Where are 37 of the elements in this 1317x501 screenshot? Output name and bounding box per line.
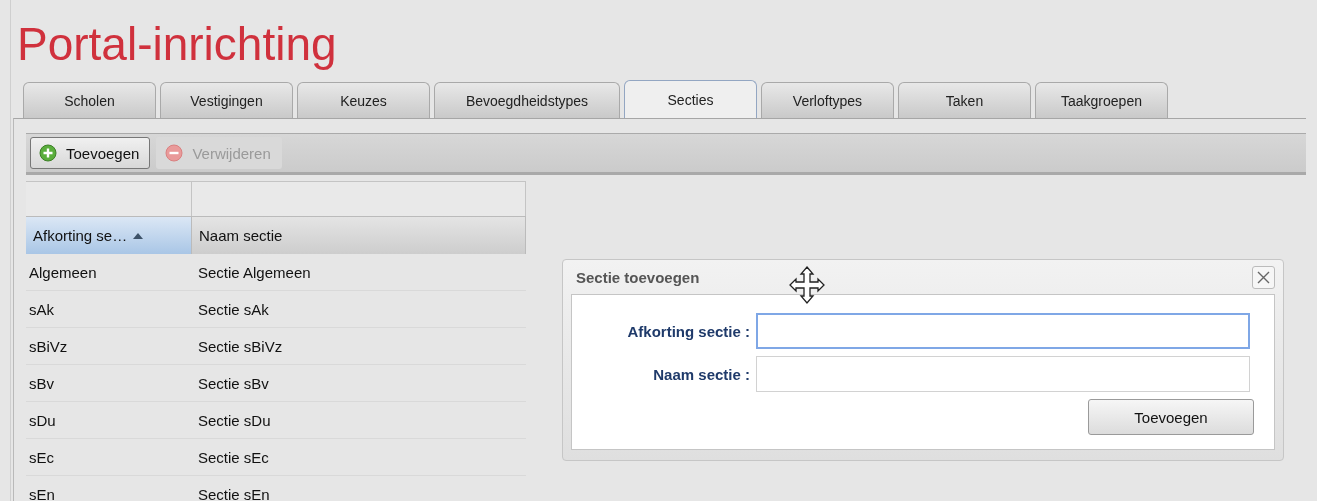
table-cell: sDu — [26, 402, 192, 439]
input-field[interactable] — [756, 313, 1250, 349]
table-cell: Sectie sEc — [192, 439, 526, 476]
page-title: Portal-inrichting — [16, 17, 338, 72]
table-cell: Algemeen — [26, 254, 192, 291]
field-label: Naam sectie : — [652, 365, 750, 383]
field-label: Afkorting sectie : — [626, 322, 750, 340]
column-header[interactable]: Naam sectie — [192, 216, 526, 254]
tab[interactable]: Vestigingen — [160, 82, 293, 118]
table-cell: sEc — [26, 439, 192, 476]
dialog-title: Sectie toevoegen — [576, 268, 700, 286]
minus-circle-icon — [165, 144, 184, 162]
table-cell: Sectie Algemeen — [192, 254, 526, 291]
plus-circle-icon — [39, 144, 57, 162]
input-field[interactable] — [756, 356, 1250, 392]
tab[interactable]: Taken — [898, 82, 1031, 118]
table-cell: sBv — [26, 365, 192, 402]
tab[interactable]: Taakgroepen — [1035, 82, 1168, 118]
table-cell: Sectie sAk — [192, 291, 526, 328]
sort-ascending-icon — [133, 232, 144, 239]
column-header[interactable]: Afkorting se… — [26, 216, 192, 254]
add-button[interactable]: Toevoegen — [1088, 399, 1254, 435]
table-cell: Sectie sBiVz — [192, 328, 526, 365]
tab[interactable]: Bevoegdheidstypes — [434, 82, 620, 118]
tab[interactable]: Scholen — [23, 82, 156, 118]
table-cell: sEn — [26, 476, 192, 501]
tab[interactable]: Verloftypes — [761, 82, 894, 118]
table-cell: sAk — [26, 291, 192, 328]
table-cell: Sectie sEn — [192, 476, 526, 501]
tab[interactable]: Keuzes — [297, 82, 430, 118]
close-icon — [1257, 270, 1270, 284]
table-cell: sBiVz — [26, 328, 192, 365]
table-cell: Sectie sBv — [192, 365, 526, 402]
add-button[interactable]: Toevoegen — [30, 137, 151, 169]
table-cell: Sectie sDu — [192, 402, 526, 439]
close-button[interactable] — [1252, 265, 1275, 289]
tab[interactable]: Secties — [624, 80, 757, 118]
